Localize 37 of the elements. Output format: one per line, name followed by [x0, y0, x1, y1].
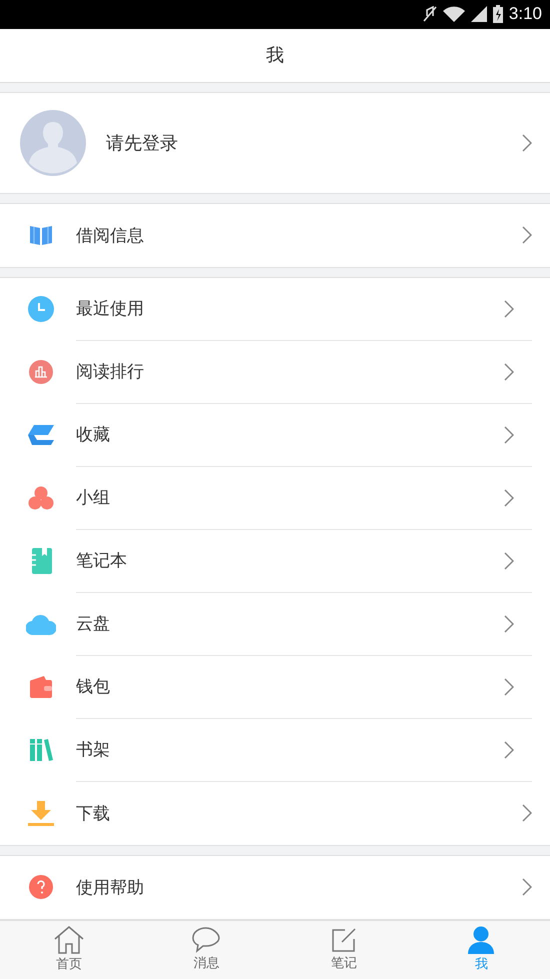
menu-item[interactable]: 云盘	[76, 612, 504, 636]
avatar-icon	[20, 110, 86, 176]
menu-item[interactable]: 书架	[76, 738, 504, 762]
status-time: 3:10	[508, 4, 542, 24]
chevron-icon	[504, 678, 514, 696]
chevron-icon	[522, 226, 532, 244]
chevron-icon	[522, 804, 532, 822]
page-title: 我	[266, 44, 284, 68]
chevron-icon	[504, 740, 514, 759]
menu-item[interactable]: 钱包	[76, 675, 504, 698]
battery-icon	[492, 5, 503, 24]
mute-icon	[422, 6, 437, 22]
user-icon	[468, 926, 494, 954]
menu-item[interactable]: 下载	[76, 802, 522, 825]
wifi-icon	[442, 6, 465, 22]
cloud-icon	[24, 613, 58, 636]
tab[interactable]: 首页	[56, 955, 82, 974]
menu-item[interactable]: 笔记本	[76, 549, 504, 572]
tab[interactable]: 消息	[193, 954, 220, 972]
menu-item[interactable]: 收藏	[76, 423, 504, 446]
chevron-icon	[504, 552, 514, 570]
menu-item[interactable]: 阅读排行	[76, 360, 504, 384]
chat-icon	[192, 927, 220, 954]
menu-item[interactable]: 小组	[76, 486, 504, 510]
edit-icon	[330, 927, 357, 954]
home-icon	[54, 926, 84, 954]
chevron-icon	[504, 488, 514, 507]
chevron-icon	[522, 878, 532, 896]
chevron-icon	[504, 362, 514, 381]
signal-icon	[470, 6, 487, 22]
tab[interactable]: 笔记	[330, 954, 357, 972]
chevron-icon	[504, 426, 514, 444]
menu-item[interactable]: 最近使用	[76, 297, 504, 320]
chevron-icon	[504, 300, 514, 318]
login-prompt[interactable]: 请先登录	[106, 130, 522, 155]
chevron-icon	[504, 614, 514, 633]
chevron-icon	[522, 134, 532, 152]
